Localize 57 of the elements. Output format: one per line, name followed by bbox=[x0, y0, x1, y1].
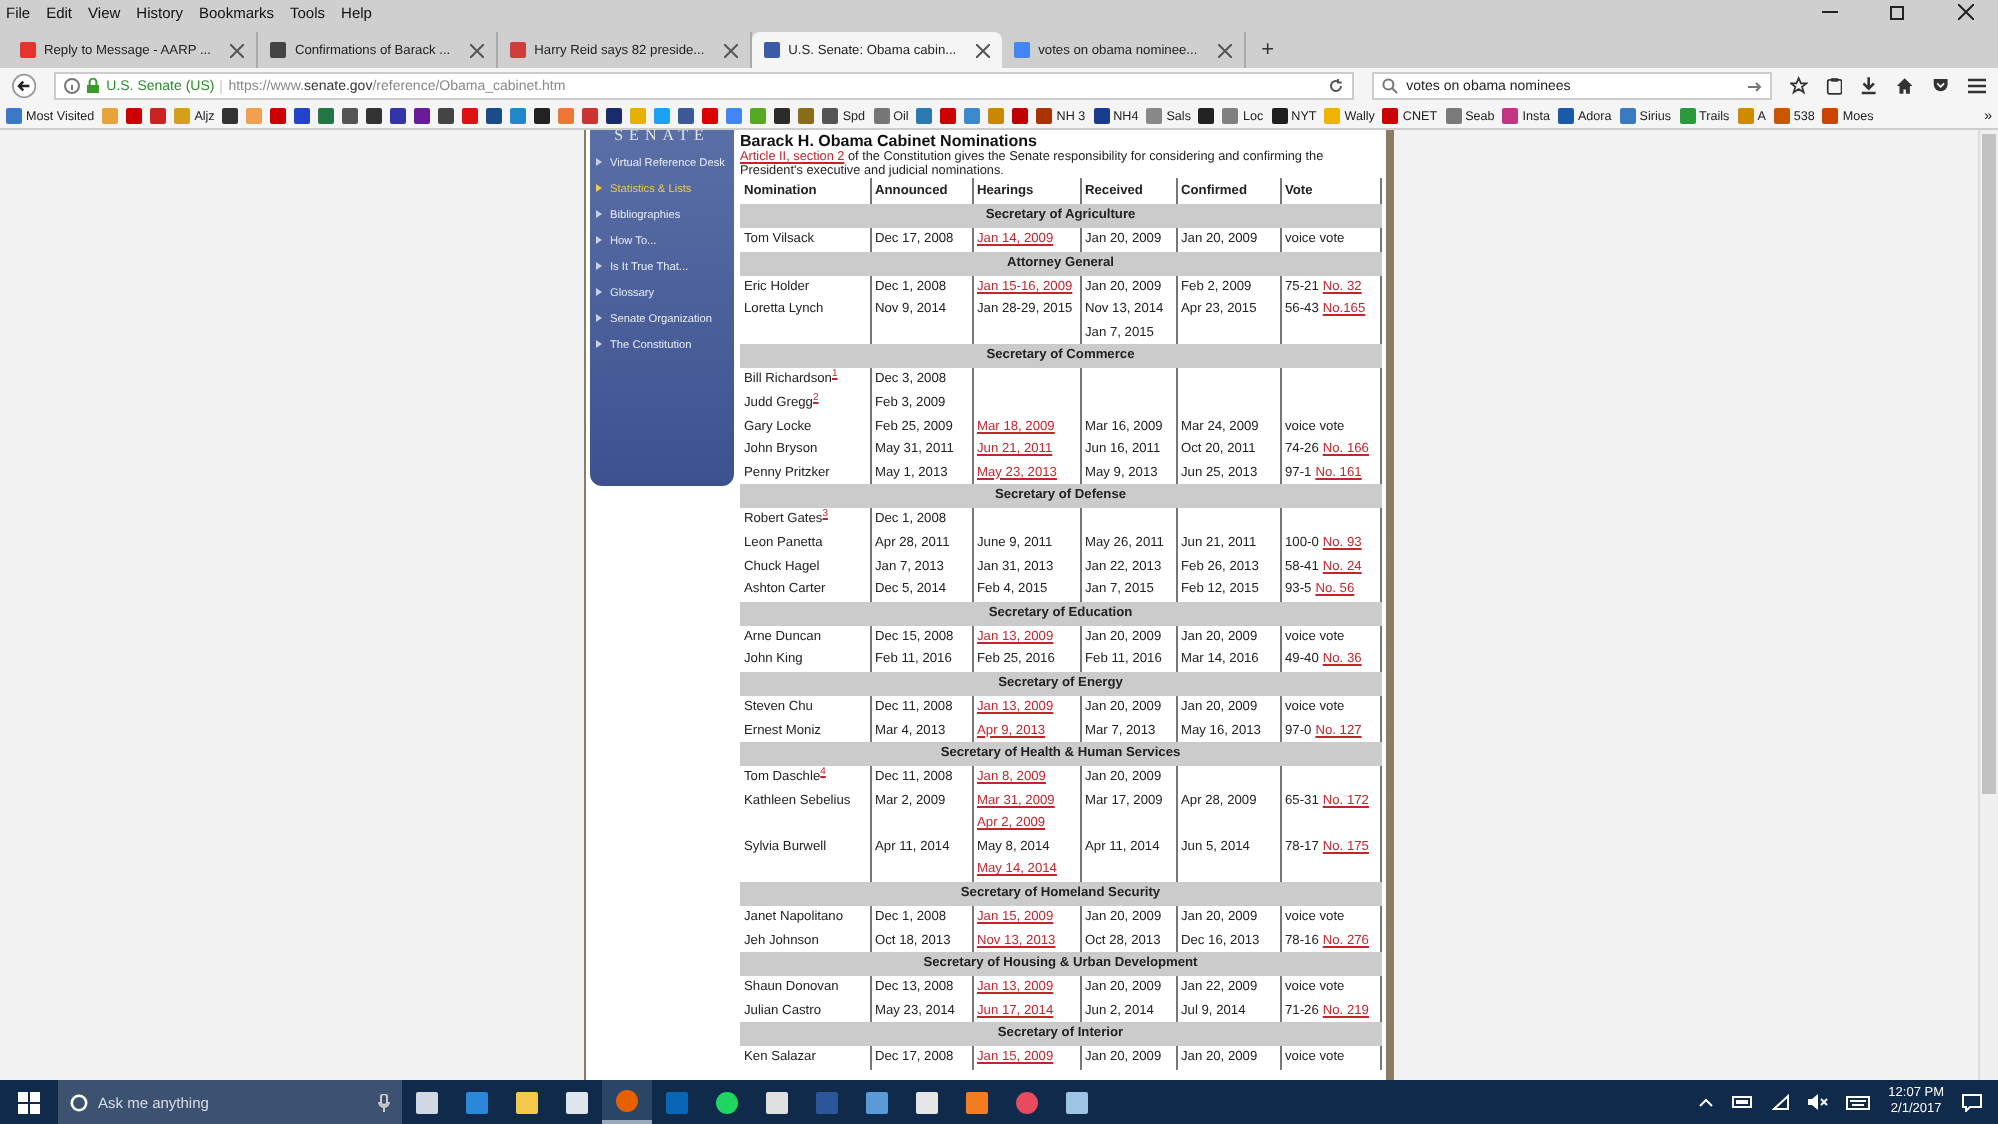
bookmark-icon[interactable] bbox=[774, 108, 791, 124]
scrollbar-thumb[interactable] bbox=[1982, 134, 1996, 794]
close-icon[interactable] bbox=[1958, 4, 1974, 20]
triangle-icon bbox=[596, 210, 602, 219]
info-icon bbox=[64, 78, 81, 94]
close-icon[interactable] bbox=[724, 43, 739, 57]
close-icon[interactable] bbox=[230, 43, 245, 57]
footnote-link[interactable]: 4 bbox=[820, 765, 826, 778]
footnote-link[interactable]: 2 bbox=[812, 391, 819, 404]
new-tab-button[interactable]: + bbox=[1245, 32, 1291, 68]
close-icon[interactable] bbox=[1217, 43, 1232, 57]
menu-icon[interactable] bbox=[1967, 76, 1987, 96]
triangle-icon bbox=[596, 158, 602, 167]
speaker-muted-icon[interactable] bbox=[1808, 1094, 1829, 1110]
bookmark-icon[interactable] bbox=[606, 108, 623, 124]
bookmark-icon[interactable] bbox=[390, 108, 407, 124]
keyboard-icon[interactable] bbox=[1846, 1095, 1871, 1109]
close-icon[interactable] bbox=[976, 43, 991, 57]
go-arrow-icon[interactable] bbox=[1748, 79, 1763, 93]
bookmark-icon[interactable] bbox=[534, 108, 551, 124]
pocket-icon[interactable] bbox=[1931, 76, 1949, 96]
download-icon[interactable] bbox=[1860, 76, 1879, 96]
lock-icon bbox=[86, 78, 101, 94]
triangle-icon bbox=[596, 184, 602, 193]
circle-icon bbox=[70, 1093, 88, 1111]
chevron-up-icon[interactable] bbox=[1698, 1096, 1715, 1108]
home-icon[interactable] bbox=[1896, 76, 1914, 96]
notification-icon[interactable] bbox=[1962, 1093, 1982, 1111]
battery-icon[interactable] bbox=[1732, 1096, 1755, 1108]
star-icon[interactable] bbox=[1790, 76, 1808, 96]
wifi-icon[interactable] bbox=[1772, 1094, 1791, 1110]
bookmark-icon[interactable] bbox=[414, 108, 431, 124]
triangle-icon bbox=[596, 288, 602, 297]
footnote-link[interactable]: 3 bbox=[822, 508, 828, 521]
triangle-icon bbox=[596, 262, 602, 271]
bookmark-icon[interactable] bbox=[678, 108, 695, 124]
bookmark-icon[interactable] bbox=[294, 108, 311, 124]
bookmark-icon[interactable] bbox=[1198, 108, 1215, 124]
microphone-icon bbox=[378, 1093, 390, 1111]
bookmark-icon[interactable] bbox=[342, 108, 359, 124]
footnote-link[interactable]: 1 bbox=[831, 368, 838, 381]
page-title: Barack H. Obama Cabinet Nominations bbox=[740, 132, 1039, 150]
windows-start-icon[interactable] bbox=[18, 1091, 40, 1113]
bookmark-icon[interactable] bbox=[222, 108, 239, 124]
back-icon[interactable] bbox=[12, 72, 37, 100]
triangle-icon bbox=[596, 236, 602, 245]
close-icon[interactable] bbox=[470, 43, 485, 57]
senate-logo: SENATE bbox=[612, 134, 712, 148]
bookmark-icon[interactable] bbox=[486, 108, 503, 124]
bookmark-icon[interactable] bbox=[366, 108, 383, 124]
reload-icon[interactable] bbox=[1328, 78, 1345, 94]
restore-icon[interactable] bbox=[1890, 4, 1906, 20]
bookmark-icon[interactable] bbox=[438, 108, 455, 124]
search-icon bbox=[1382, 78, 1399, 94]
triangle-icon bbox=[596, 340, 602, 349]
clipboard-icon[interactable] bbox=[1825, 76, 1843, 96]
triangle-icon bbox=[596, 314, 602, 323]
